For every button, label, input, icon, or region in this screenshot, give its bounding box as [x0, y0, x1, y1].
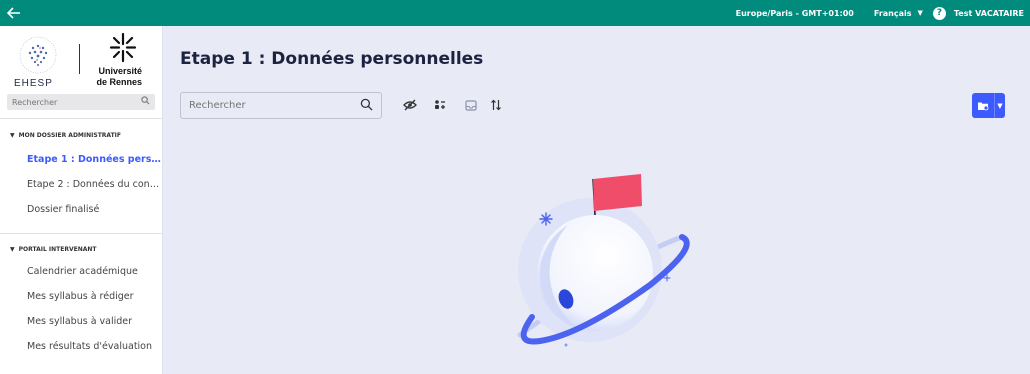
- search-icon[interactable]: [360, 96, 373, 115]
- ehesp-logo-text: EHESP: [14, 78, 53, 89]
- caret-down-icon: ▼: [10, 132, 15, 139]
- sort-icon[interactable]: [488, 97, 504, 113]
- user-menu[interactable]: Test VACATAIRE: [954, 9, 1024, 18]
- page-title: Etape 1 : Données personnelles: [180, 49, 484, 69]
- search-input[interactable]: [189, 100, 349, 111]
- universite-rennes-logo-text: Université de Rennes: [96, 66, 142, 87]
- sidebar-item-syllabus-valider[interactable]: Mes syllabus à valider: [27, 316, 161, 327]
- sidebar-item-resultats-evaluation[interactable]: Mes résultats d'évaluation: [27, 341, 161, 352]
- language-selector[interactable]: Français ▼: [874, 9, 923, 18]
- ehesp-logo-icon: [19, 36, 57, 74]
- section-header-portail-intervenant[interactable]: ▼ PORTAIL INTERVENANT: [10, 246, 96, 253]
- sidebar-item-etape-2[interactable]: Etape 2 : Données du contrat: [27, 179, 161, 190]
- folder-action-button[interactable]: ▼: [972, 93, 1005, 118]
- back-arrow-icon[interactable]: [2, 0, 26, 26]
- logo-area[interactable]: EHESP Université de Rennes: [0, 26, 163, 90]
- search-icon[interactable]: [141, 96, 150, 108]
- filter-icon[interactable]: [432, 97, 448, 113]
- sidebar-search[interactable]: [7, 94, 155, 110]
- top-bar: Europe/Paris - GMT+01:00 Français ▼ ? Te…: [0, 0, 1030, 26]
- sidebar-item-syllabus-rediger[interactable]: Mes syllabus à rédiger: [27, 291, 161, 302]
- logo-divider: [79, 44, 80, 74]
- language-label: Français: [873, 8, 912, 18]
- divider: [0, 233, 163, 234]
- main-search[interactable]: [180, 92, 382, 119]
- planet-flag-illustration: [517, 174, 690, 347]
- timezone-label[interactable]: Europe/Paris - GMT+01:00: [736, 9, 854, 18]
- universite-rennes-logo-icon: [109, 32, 137, 63]
- sidebar: EHESP Université de Rennes ▼ MON DOSSIER…: [0, 26, 163, 374]
- folder-settings-icon[interactable]: [972, 93, 994, 118]
- sidebar-search-input[interactable]: [12, 97, 132, 107]
- caret-down-icon: ▼: [10, 246, 15, 253]
- sidebar-item-dossier-finalise[interactable]: Dossier finalisé: [27, 204, 161, 215]
- eye-off-icon[interactable]: [402, 97, 418, 113]
- help-icon[interactable]: ?: [932, 6, 946, 20]
- chevron-down-icon: ▼: [917, 9, 923, 17]
- inbox-icon[interactable]: [463, 97, 479, 113]
- sidebar-item-etape-1[interactable]: Etape 1 : Données personnelles: [27, 154, 161, 165]
- sidebar-item-calendrier[interactable]: Calendrier académique: [27, 266, 161, 277]
- chevron-down-icon[interactable]: ▼: [995, 93, 1005, 118]
- divider: [0, 118, 163, 119]
- section-header-dossier-administratif[interactable]: ▼ MON DOSSIER ADMINISTRATIF: [10, 132, 121, 139]
